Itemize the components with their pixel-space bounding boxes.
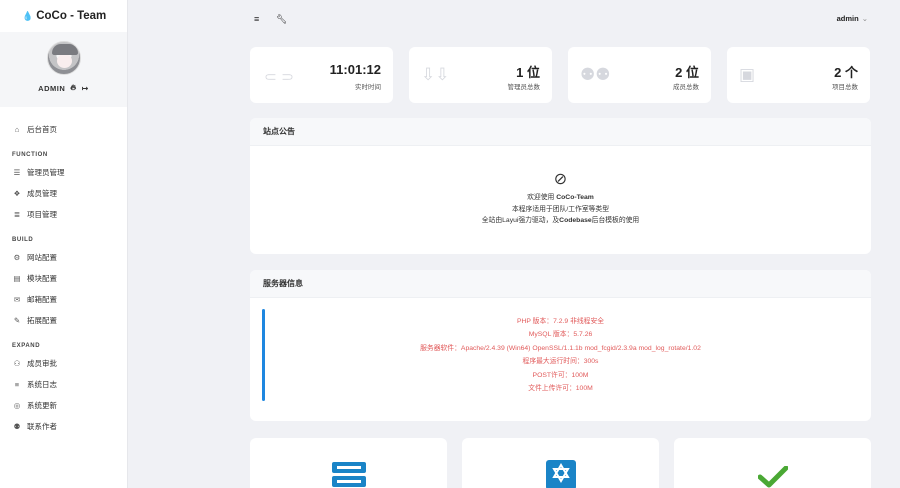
home-icon: ⌂ — [14, 125, 20, 134]
sidebar-item-label: 成员审批 — [27, 359, 57, 368]
notice-line: 全站由Layui强力驱动，及Codebase后台模板的使用 — [481, 217, 640, 224]
logout-icon[interactable]: ↦ — [82, 84, 89, 93]
wrench-icon[interactable]: 🔧︎ — [276, 14, 287, 25]
server-info-line: 服务器软件：Apache/2.4.39 (Win64) OpenSSL/1.1.… — [420, 344, 701, 352]
bottom-card-module[interactable] — [462, 438, 659, 488]
server-info-line: PHP 版本：7.2.9 非线程安全 — [516, 318, 605, 325]
sidebar-item-admin-management[interactable]: ☰ 管理员管理 — [0, 162, 127, 183]
sidebar-item-label: 成员管理 — [27, 189, 57, 198]
list-icon: ☰ — [13, 168, 21, 177]
user-dropdown[interactable]: admin ⌄ — [837, 14, 868, 23]
fire-icon[interactable]: 🔥︎ — [70, 83, 76, 93]
sidebar-item-extension-config[interactable]: ✎ 拓展配置 — [0, 310, 127, 331]
sidebar-item-label: 拓展配置 — [27, 316, 57, 325]
sidebar-item-system-log[interactable]: ≡ 系统日志 — [0, 374, 127, 395]
stat-card-admins: ⇩⇩ 1 位 管理员总数 — [409, 47, 552, 103]
user-dropdown-label: admin — [836, 14, 859, 23]
notice-line: 本程序适用于团队/工作室等类型 — [511, 205, 610, 213]
hamburger-menu-icon[interactable]: ≡ — [254, 14, 259, 24]
panel-title: 服务器信息 — [250, 270, 871, 298]
panel-title: 站点公告 — [250, 118, 871, 146]
sidebar-menu: ⌂ 后台首页 FUNCTION ☰ 管理员管理 ❖ 成员管理 ≣ 项目管理 BU… — [0, 107, 127, 437]
stat-value: 2 位 — [675, 65, 699, 80]
server-icon — [331, 462, 366, 487]
sidebar-item-label: 系统更新 — [27, 401, 57, 410]
sidebar-item-label: 联系作者 — [27, 422, 57, 431]
user-profile: ADMIN 🔥︎ ↦ — [0, 32, 127, 107]
menu-section-function: FUNCTION — [12, 152, 48, 158]
droplet-icon: 💧 — [22, 10, 34, 21]
server-info-line: 文件上传许可：100M — [528, 385, 593, 393]
brand-name: CoCo - Team — [36, 10, 107, 22]
server-info-line: MySQL 版本：5.7.26 — [528, 331, 593, 339]
sidebar-item-contact-author[interactable]: ⚉ 联系作者 — [0, 416, 127, 437]
globe-icon: ◎ — [13, 401, 21, 410]
sidebar-item-project-management[interactable]: ≣ 项目管理 — [0, 204, 127, 225]
compass-slash-icon: ⊘ — [553, 171, 568, 188]
sidebar-item-module-config[interactable]: ▤ 模块配置 — [0, 268, 127, 289]
sidebar: 💧 CoCo - Team ADMIN 🔥︎ ↦ ⌂ 后台首页 FUNCTION… — [0, 0, 128, 488]
sitemap-icon: ⸦⸧ — [262, 68, 296, 87]
stat-value: 1 位 — [516, 65, 540, 80]
sidebar-item-system-update[interactable]: ◎ 系统更新 — [0, 395, 127, 416]
sidebar-item-site-config[interactable]: ⚙ 网站配置 — [0, 247, 127, 268]
log-list-icon: ≡ — [14, 380, 20, 389]
stat-label: 实时时间 — [355, 84, 381, 91]
sidebar-item-member-management[interactable]: ❖ 成员管理 — [0, 183, 127, 204]
stat-label: 管理员总数 — [507, 84, 541, 91]
profile-username: ADMIN — [38, 83, 66, 93]
sidebar-item-label: 邮箱配置 — [27, 295, 57, 304]
top-bar: ≡ 🔧︎ admin ⌄ — [250, 12, 870, 28]
paint-brush-icon: ✎ — [13, 316, 21, 325]
envelope-icon: ✉ — [13, 295, 21, 304]
server-info-panel: 服务器信息 PHP 版本：7.2.9 非线程安全 MySQL 版本：5.7.26… — [250, 270, 871, 421]
sidebar-item-member-approval[interactable]: ⚇ 成员审批 — [0, 353, 127, 374]
stat-value: 2 个 — [834, 65, 858, 80]
puzzle-icon: ❖ — [13, 189, 21, 198]
sidebar-item-label: 管理员管理 — [27, 168, 65, 177]
bag-icon: ▣ — [739, 65, 756, 84]
sidebar-item-label: 项目管理 — [27, 210, 57, 219]
sidebar-item-mail-config[interactable]: ✉ 邮箱配置 — [0, 289, 127, 310]
stat-card-time: ⸦⸧ 11:01:12 实时时间 — [250, 47, 393, 103]
stat-card-projects: ▣ 2 个 项目总数 — [727, 47, 870, 103]
cogs-icon: ⚙ — [13, 253, 21, 262]
sidebar-item-home[interactable]: ⌂ 后台首页 — [0, 119, 127, 140]
layers-icon: ≣ — [13, 210, 21, 219]
checkmark-icon — [757, 466, 788, 488]
sidebar-item-label: 网站配置 — [27, 253, 57, 262]
users-icon: ⚉ — [13, 422, 21, 431]
user-plus-icon: ⚇ — [13, 359, 21, 368]
brand-logo[interactable]: 💧 CoCo - Team — [0, 0, 127, 32]
stat-value: 11:01:12 — [329, 62, 381, 77]
notice-line: 欢迎使用 CoCo-Team — [527, 194, 594, 201]
stat-label: 项目总数 — [832, 84, 858, 91]
grid-icon: ▤ — [13, 274, 21, 283]
stat-card-members: ⚉⚉ 2 位 成员总数 — [568, 47, 711, 103]
chevron-down-icon: ⌄ — [861, 14, 868, 23]
arrows-down-icon: ⇩⇩ — [421, 65, 450, 84]
sidebar-item-label: 模块配置 — [27, 274, 57, 283]
sidebar-item-label: 系统日志 — [27, 380, 57, 389]
bottom-card-status[interactable] — [674, 438, 871, 488]
star-of-david-box-icon — [545, 460, 576, 488]
server-info-line: POST许可：100M — [532, 371, 589, 379]
notice-panel: 站点公告 ⊘ 欢迎使用 CoCo-Team 本程序适用于团队/工作室等类型 全站… — [250, 118, 871, 254]
menu-section-expand: EXPAND — [12, 343, 41, 349]
stat-label: 成员总数 — [673, 84, 699, 91]
sidebar-item-label: 后台首页 — [27, 125, 57, 134]
menu-section-build: BUILD — [12, 237, 34, 243]
users-icon: ⚉⚉ — [580, 65, 611, 84]
avatar[interactable] — [46, 41, 81, 75]
bottom-card-server[interactable] — [250, 438, 447, 488]
server-info-line: 程序最大运行时间：300s — [522, 358, 599, 366]
